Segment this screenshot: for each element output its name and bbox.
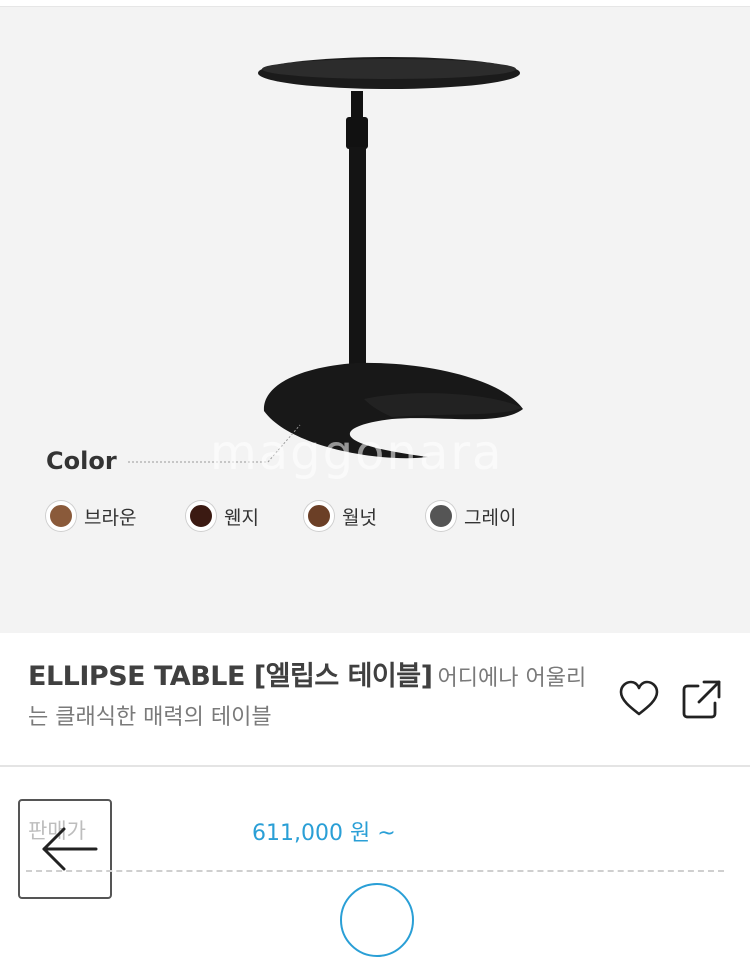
divider-dashed	[26, 870, 724, 872]
swatch-dot-brown	[46, 501, 76, 531]
color-swatch-list: 브라운 웬지 월넛 그레이	[46, 500, 726, 532]
product-image	[128, 57, 523, 463]
swatch-label: 그레이	[464, 506, 517, 529]
color-option-wenge[interactable]: 웬지	[186, 500, 259, 532]
circle-button-partial[interactable]	[340, 883, 414, 957]
color-option-gray[interactable]: 그레이	[426, 500, 516, 532]
back-button[interactable]	[18, 799, 112, 899]
product-info: ELLIPSE TABLE [엘립스 테이블] 어디에나 어울리는 클래식한 매…	[0, 633, 750, 767]
product-name: ELLIPSE TABLE [엘립스 테이블]	[28, 661, 433, 692]
wishlist-button[interactable]	[616, 677, 662, 723]
watermark: maggonara	[210, 425, 504, 481]
product-title-block: ELLIPSE TABLE [엘립스 테이블] 어디에나 어울리는 클래식한 매…	[28, 658, 588, 738]
swatch-dot-walnut	[304, 501, 334, 531]
heart-icon	[619, 680, 659, 716]
arrow-left-icon	[42, 827, 98, 871]
product-image-area: maggonara Color 브라운 웬지 월넛 그레이	[0, 7, 750, 633]
color-option-walnut[interactable]: 월넛	[304, 500, 377, 532]
swatch-dot-wenge	[186, 501, 216, 531]
price-value: 611,000 원 ~	[252, 821, 396, 846]
share-icon	[682, 680, 721, 719]
share-button[interactable]	[678, 677, 724, 723]
color-heading: Color	[46, 447, 117, 475]
swatch-label: 웬지	[224, 506, 259, 529]
price-section: 판매가 611,000 원 ~	[0, 767, 750, 957]
color-option-brown[interactable]: 브라운	[46, 500, 136, 532]
swatch-label: 월넛	[342, 506, 377, 529]
top-divider	[0, 0, 750, 7]
swatch-dot-gray	[426, 501, 456, 531]
swatch-label: 브라운	[84, 506, 137, 529]
